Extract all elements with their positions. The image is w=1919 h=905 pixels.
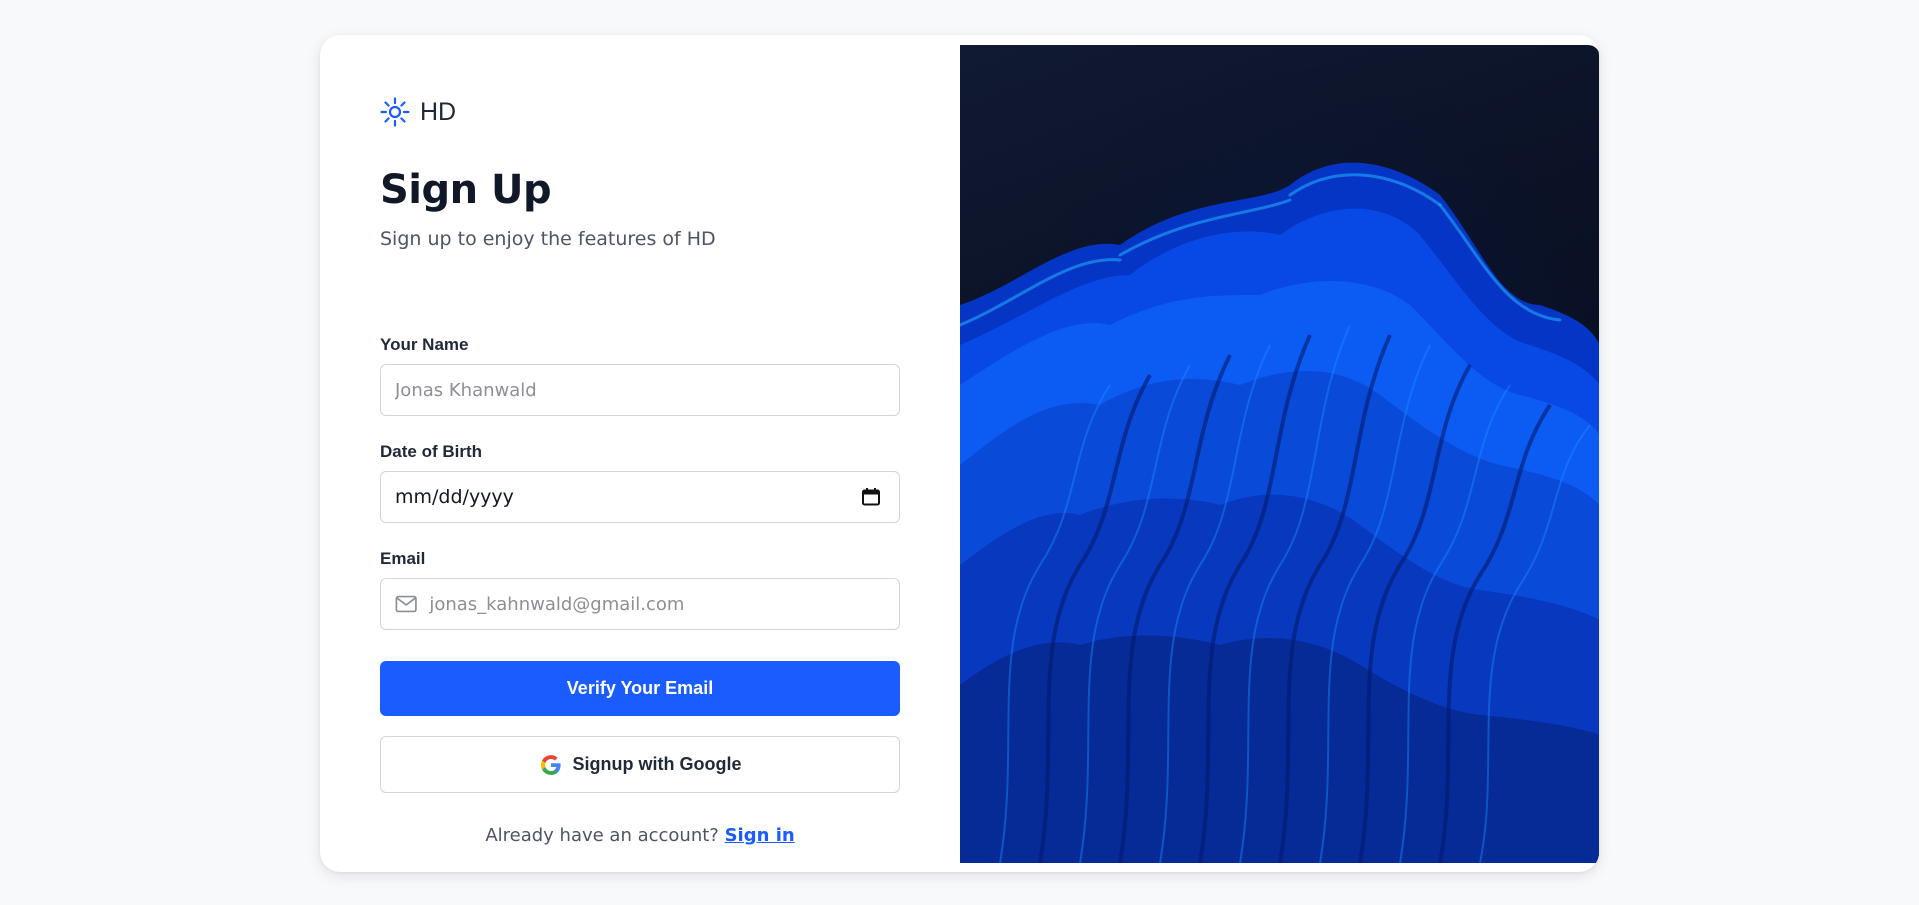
email-label: Email (380, 549, 426, 568)
abstract-blue-wave-image (960, 45, 1599, 863)
verify-email-button[interactable]: Verify Your Email (380, 661, 900, 716)
email-input-wrapper (380, 578, 900, 630)
email-field-group: Email (380, 549, 900, 630)
date-placeholder: mm/dd/yyyy (395, 486, 514, 508)
name-input[interactable] (395, 379, 885, 401)
mail-icon (395, 595, 417, 613)
name-label: Your Name (380, 335, 469, 354)
name-field-group: Your Name (380, 335, 900, 416)
signin-prompt: Already have an account? Sign in (380, 825, 900, 846)
dob-field-group: Date of Birth mm/dd/yyyy (380, 442, 900, 523)
google-icon (540, 754, 561, 775)
google-signup-button[interactable]: Signup with Google (380, 736, 900, 793)
page-subtitle: Sign up to enjoy the features of HD (380, 228, 716, 250)
name-input-wrapper (380, 364, 900, 416)
google-signup-label: Signup with Google (572, 754, 742, 774)
signup-card: HD Sign Up Sign up to enjoy the features… (320, 35, 1599, 872)
signin-prompt-text: Already have an account? (485, 825, 719, 846)
brand-logo: HD (380, 97, 456, 127)
email-input[interactable] (429, 593, 885, 615)
signin-link[interactable]: Sign in (725, 825, 795, 846)
date-of-birth-input[interactable]: mm/dd/yyyy (380, 471, 900, 523)
signup-form-panel: HD Sign Up Sign up to enjoy the features… (380, 35, 900, 872)
page-title: Sign Up (380, 167, 552, 213)
brand-name: HD (420, 97, 457, 126)
sun-icon (380, 97, 410, 127)
dob-label: Date of Birth (380, 442, 482, 461)
calendar-icon[interactable] (861, 487, 881, 507)
